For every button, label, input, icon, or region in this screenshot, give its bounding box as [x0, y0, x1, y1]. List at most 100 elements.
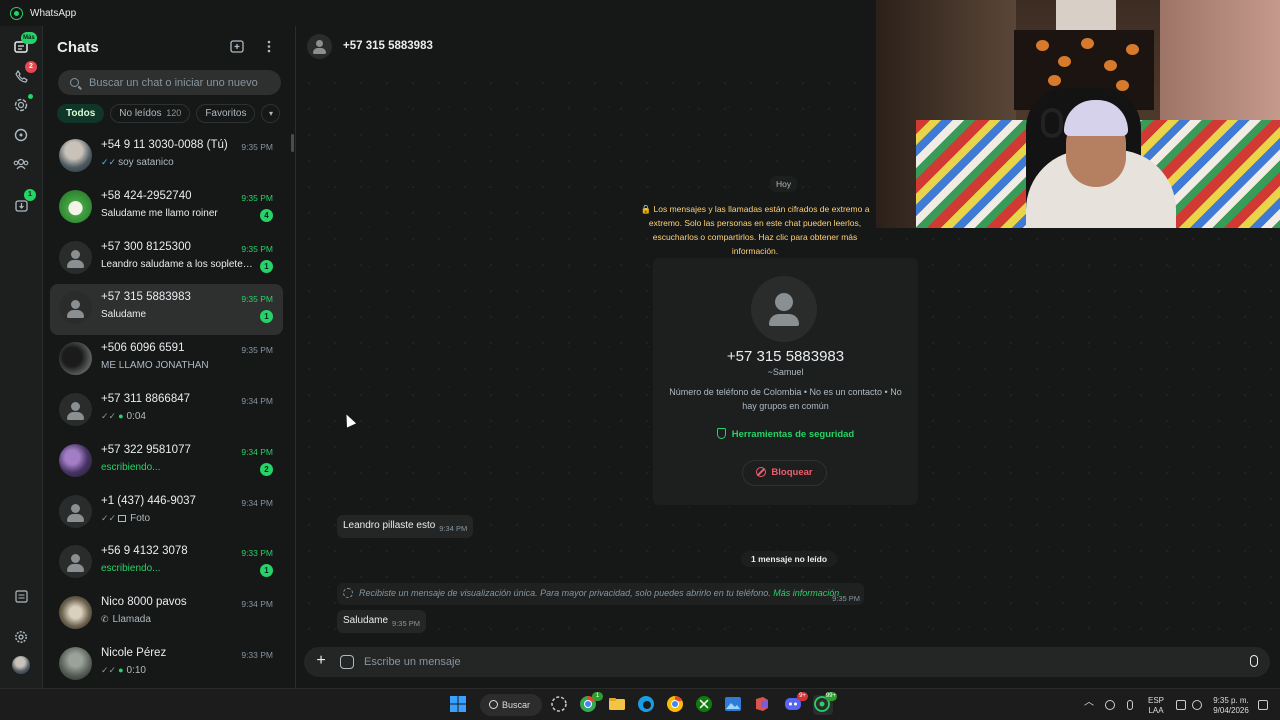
chat-list-item[interactable]: +57 311 8866847 9:34 PM ✓✓ ● 0:04 [50, 386, 283, 437]
message-input[interactable] [364, 654, 1164, 670]
unread-separator: 1 mensaje no leído [741, 551, 838, 567]
volume-icon[interactable] [1192, 700, 1202, 710]
sync-icon[interactable] [1105, 700, 1115, 710]
chat-preview-text: Saludame [101, 309, 147, 321]
office-icon[interactable] [753, 695, 773, 715]
channels-icon[interactable] [11, 125, 31, 145]
chat-list-item[interactable]: +57 300 8125300 9:35 PM Leandro saludame a… [50, 234, 283, 285]
filter-all[interactable]: Todos [57, 104, 105, 123]
menu-kebab-icon[interactable] [261, 40, 277, 56]
xbox-icon[interactable] [695, 695, 715, 715]
chat-preview: escribiendo... [101, 462, 256, 473]
chats-icon[interactable]: Más [8, 32, 37, 61]
discord-badge: 9+ [797, 692, 808, 701]
clock[interactable]: 9:35 p. m. 9/04/2026 [1210, 696, 1252, 716]
contact-card-phone: +57 315 5883983 [726, 348, 845, 365]
communities-icon[interactable] [11, 154, 31, 174]
security-tools-link[interactable]: Herramientas de seguridad [653, 428, 918, 440]
language-indicator[interactable]: ESP LAA [1148, 696, 1164, 716]
taskbar-search-button[interactable]: Buscar [480, 694, 542, 716]
chat-time: 9:35 PM [241, 243, 273, 254]
chat-avatar[interactable] [59, 596, 92, 630]
settings-icon[interactable] [11, 627, 31, 647]
message-bubble[interactable]: Leandro pillaste esto 9:34 PM [337, 515, 474, 538]
whatsapp-taskbar-icon[interactable]: 99+ [813, 692, 837, 715]
chat-name: +57 300 8125300 [101, 240, 191, 253]
double-check-icon: ✓✓ [101, 664, 117, 675]
chat-avatar[interactable] [59, 342, 92, 376]
profile-avatar[interactable] [11, 655, 31, 675]
chat-avatar[interactable] [59, 189, 92, 223]
block-icon [756, 467, 767, 477]
encryption-notice[interactable]: 🔒 Los mensajes y las llamadas están cifr… [632, 202, 878, 258]
more-info-link[interactable]: Más información [773, 588, 839, 598]
chat-preview: ✓✓ ● 0:04 [101, 411, 256, 422]
copilot-icon[interactable] [550, 695, 570, 715]
chat-preview-text: soy satanico [118, 157, 174, 168]
chrome-alt-icon[interactable] [666, 695, 686, 715]
notifications-bell-icon[interactable] [1258, 700, 1268, 710]
photos-icon[interactable] [724, 695, 744, 715]
chat-sidebar: Chats Buscar un chat o iniciar uno nuevo… [43, 26, 296, 688]
calls-icon[interactable]: 2 [11, 61, 37, 86]
chat-list-item[interactable]: +57 315 5883983 9:35 PM Saludame 1 [50, 284, 283, 336]
chat-name: +57 322 9581077 [101, 443, 191, 456]
voice-note-icon: ● [118, 410, 124, 421]
chat-avatar[interactable] [59, 494, 92, 528]
sticker-emoji-icon[interactable] [340, 655, 354, 669]
block-button[interactable]: Bloquear [742, 460, 827, 486]
microphone-icon[interactable] [1250, 655, 1258, 667]
chat-list-scrollbar[interactable] [291, 134, 294, 152]
chat-list-item[interactable]: +1 (437) 446-9037 9:34 PM ✓✓ Foto [50, 488, 283, 539]
chat-time: 9:34 PM [241, 497, 273, 508]
chat-name: +506 6096 6591 [101, 342, 185, 355]
chat-list-item[interactable]: +57 322 9581077 9:34 PM escribiendo... 2 [50, 437, 283, 488]
message-time: 9:35 PM [392, 619, 420, 628]
chats-badge: Más [21, 32, 37, 44]
chat-preview: Leandro saludame a los sopletes d... [101, 259, 256, 270]
windows-taskbar: Buscar 1 9+ 99+ ︿ ESP LAA 9:35 p. m. 9/04/… [0, 688, 1280, 720]
chat-list-item[interactable]: +54 9 11 3030-0088 (Tú) 9:35 PM ✓✓ soy sata… [50, 132, 283, 183]
chat-avatar[interactable] [59, 545, 92, 579]
chat-list-item[interactable]: Nicole Pérez 9:33 PM ✓✓ ● 0:10 [50, 640, 283, 691]
contact-avatar[interactable] [307, 34, 332, 59]
message-bubble-last[interactable]: Saludame 9:35 PM [337, 610, 426, 633]
message-composer: + [304, 647, 1270, 677]
chat-avatar[interactable] [59, 139, 92, 172]
double-check-icon: ✓✓ [101, 410, 117, 421]
chat-preview: ✓✓ Foto [101, 513, 256, 524]
attach-plus-icon[interactable]: + [313, 652, 329, 670]
chat-time: 9:35 PM [241, 345, 273, 356]
start-windows-icon[interactable] [449, 695, 469, 715]
chat-list-item[interactable]: Nico 8000 pavos 9:34 PM ✆ Llamada [50, 589, 283, 640]
chat-avatar[interactable] [59, 240, 92, 274]
chat-list-item[interactable]: +56 9 4132 3078 9:33 PM escribiendo... 1 [50, 538, 283, 589]
contact-name[interactable]: +57 315 5883983 [343, 40, 433, 52]
chat-avatar[interactable] [59, 443, 92, 477]
network-icon[interactable] [1176, 700, 1186, 710]
view-once-message[interactable]: Recibiste un mensaje de visualización ún… [337, 583, 864, 605]
filter-favorites[interactable]: Favoritos [196, 104, 256, 123]
discord-icon[interactable]: 9+ [784, 692, 808, 715]
file-explorer-icon[interactable] [608, 695, 628, 715]
contact-card-avatar [751, 276, 817, 342]
contact-info-card: +57 315 5883983 ~Samuel Número de teléfo… [653, 258, 918, 505]
downloads-icon[interactable]: 1 [11, 189, 36, 215]
tray-microphone-icon[interactable] [1127, 700, 1133, 710]
chrome-icon[interactable]: 1 [579, 692, 603, 715]
chat-list-item[interactable]: +58 424-2952740 9:35 PM Saludame me llamo … [50, 183, 283, 234]
chat-avatar[interactable] [59, 646, 92, 680]
media-icon[interactable] [11, 586, 31, 606]
chat-list-item[interactable]: +506 6096 6591 9:35 PM ME LLAMO JONATHAN [50, 335, 283, 386]
filter-more-chevron-icon[interactable]: ▾ [261, 104, 281, 123]
search-input[interactable]: Buscar un chat o iniciar uno nuevo [58, 70, 281, 95]
calls-badge: 2 [25, 61, 37, 73]
status-icon[interactable] [11, 94, 33, 115]
chat-avatar[interactable] [59, 392, 92, 426]
filter-unread[interactable]: No leídos 120 [110, 104, 191, 123]
chat-preview: ✓✓ soy satanico [101, 157, 256, 168]
chat-avatar[interactable] [59, 291, 92, 325]
edge-icon[interactable] [637, 695, 657, 715]
tray-overflow-chevron-icon[interactable]: ︿ [1084, 698, 1094, 708]
new-chat-icon[interactable] [229, 40, 245, 56]
